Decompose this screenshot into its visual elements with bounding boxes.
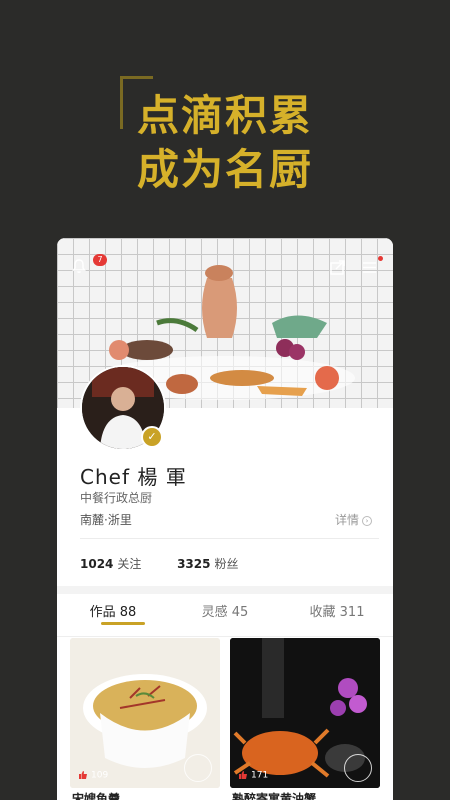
chef-title: 中餐行政总厨 bbox=[80, 491, 153, 505]
tab-works[interactable]: 作品 88 bbox=[57, 594, 169, 636]
like-count-value: 109 bbox=[91, 770, 109, 780]
work-card-2[interactable]: 171 bbox=[230, 638, 380, 788]
bell-icon bbox=[72, 259, 86, 273]
profile-card: 7 ✓ Chef 楊 軍 中餐行政总厨 南麓·浙里 详情 › 1024 关注 3… bbox=[57, 238, 393, 800]
menu-icon[interactable] bbox=[361, 256, 383, 278]
divider bbox=[80, 538, 379, 539]
details-label: 详情 bbox=[335, 513, 360, 527]
share-icon[interactable] bbox=[329, 258, 349, 278]
hero-headline-1: 点滴积累 bbox=[136, 91, 313, 140]
menu-unread-dot bbox=[378, 256, 383, 261]
following-count: 1024 bbox=[80, 557, 114, 571]
followers-stat[interactable]: 3325 粉丝 bbox=[177, 557, 238, 571]
chevron-right-icon: › bbox=[362, 515, 373, 526]
seal-icon bbox=[184, 754, 212, 782]
work-caption-2: 熟醉寄寓黄油蟹 bbox=[232, 792, 317, 800]
thumbs-up-icon bbox=[79, 770, 87, 779]
notification-bell-icon[interactable]: 7 bbox=[71, 254, 107, 278]
work-card-1[interactable]: 109 bbox=[70, 638, 220, 788]
following-stat[interactable]: 1024 关注 bbox=[80, 557, 141, 571]
like-count-value: 171 bbox=[251, 770, 269, 780]
tab-inspiration[interactable]: 灵感 45 bbox=[169, 594, 281, 636]
seal-icon bbox=[344, 754, 372, 782]
profile-tabs: 作品 88 灵感 45 收藏 311 bbox=[57, 594, 393, 636]
thumbs-up-icon bbox=[239, 770, 247, 779]
verified-check-icon: ✓ bbox=[141, 426, 163, 448]
details-link[interactable]: 详情 › bbox=[335, 511, 373, 528]
section-separator bbox=[57, 586, 393, 594]
notification-badge: 7 bbox=[93, 254, 107, 266]
active-tab-indicator bbox=[101, 622, 145, 625]
like-count: 171 bbox=[238, 770, 269, 780]
following-label: 关注 bbox=[117, 557, 142, 571]
followers-count: 3325 bbox=[177, 557, 211, 571]
stats-row: 1024 关注 3325 粉丝 bbox=[80, 555, 239, 572]
chef-location: 南麓·浙里 bbox=[80, 513, 132, 527]
chef-name: Chef 楊 軍 bbox=[80, 465, 187, 489]
divider bbox=[57, 636, 393, 637]
hero-headline-2: 成为名厨 bbox=[136, 145, 313, 194]
tab-favorites[interactable]: 收藏 311 bbox=[281, 594, 393, 636]
like-count: 109 bbox=[78, 770, 109, 780]
work-caption-1: 宋嫂鱼羹 bbox=[72, 792, 121, 800]
followers-label: 粉丝 bbox=[214, 557, 239, 571]
